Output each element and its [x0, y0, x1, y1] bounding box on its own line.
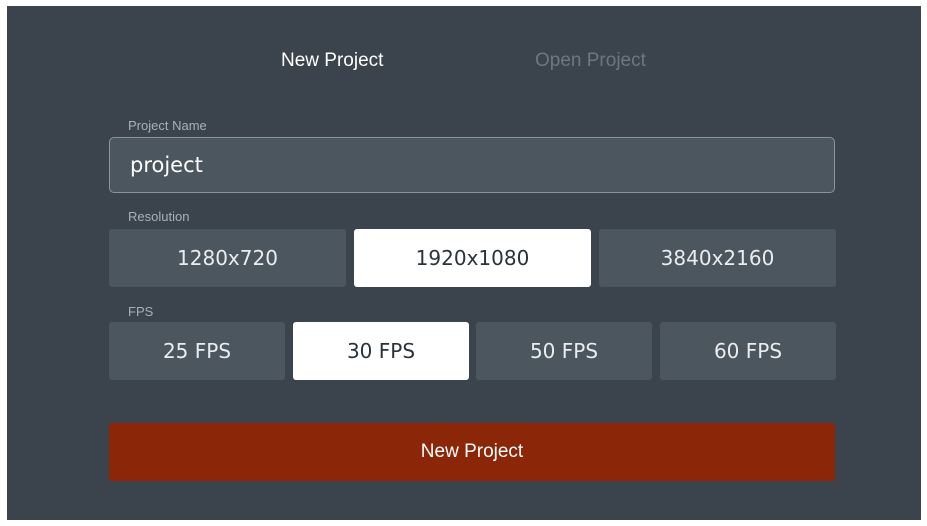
new-project-button[interactable]: New Project [109, 423, 835, 481]
resolution-option-1280x720[interactable]: 1280x720 [109, 229, 346, 287]
tab-open-project[interactable]: Open Project [535, 49, 646, 73]
fps-label: FPS [128, 304, 154, 319]
tab-new-project[interactable]: New Project [281, 49, 383, 73]
fps-option-30[interactable]: 30 FPS [293, 322, 469, 380]
project-name-label: Project Name [128, 118, 207, 133]
project-name-input[interactable] [109, 137, 835, 193]
resolution-option-3840x2160[interactable]: 3840x2160 [599, 229, 836, 287]
fps-option-25[interactable]: 25 FPS [109, 322, 285, 380]
project-tabs: New Project Open Project [7, 49, 921, 75]
fps-option-50[interactable]: 50 FPS [476, 322, 652, 380]
fps-option-60[interactable]: 60 FPS [660, 322, 836, 380]
new-project-dialog: New Project Open Project Project Name Re… [7, 6, 921, 520]
resolution-option-1920x1080[interactable]: 1920x1080 [354, 229, 591, 287]
resolution-label: Resolution [128, 209, 190, 224]
